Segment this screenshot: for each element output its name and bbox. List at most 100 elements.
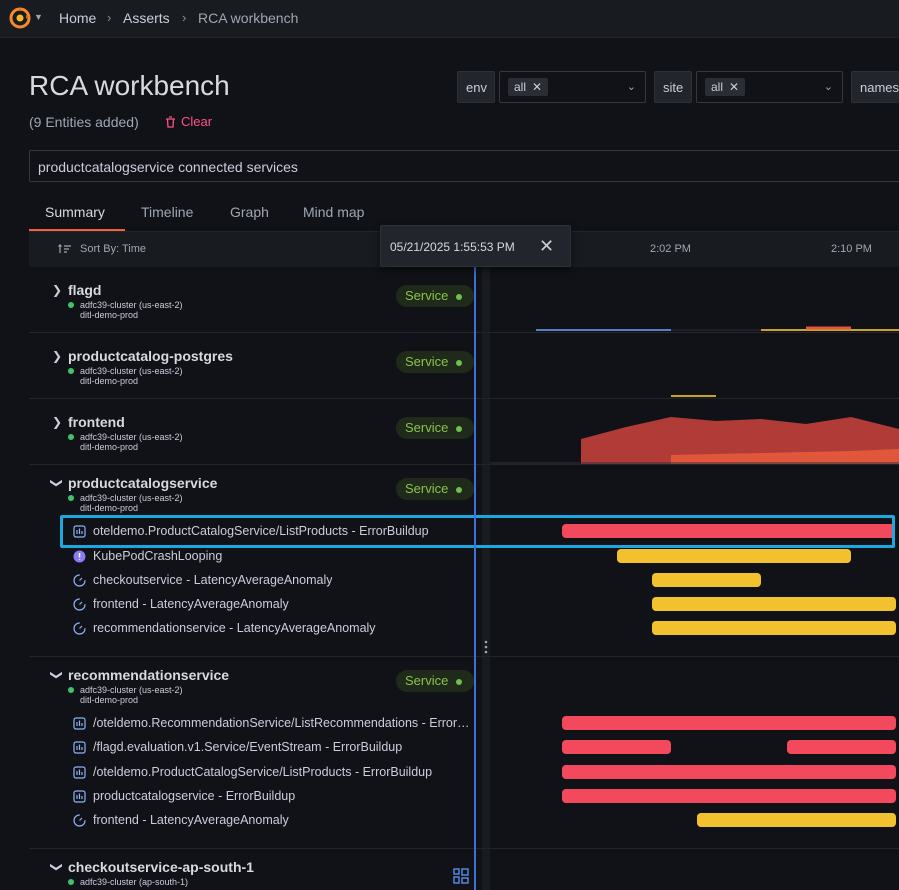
entity-meta: adfc39-cluster (us-east-2) ditl-demo-prod <box>68 366 183 386</box>
assertion-row[interactable]: KubePodCrashLooping <box>73 549 222 563</box>
latency-icon <box>73 813 86 827</box>
assertion-row[interactable]: /oteldemo.ProductCatalogService/ListProd… <box>73 765 432 779</box>
tab-mind-map[interactable]: Mind map <box>303 204 364 220</box>
breadcrumb-current: RCA workbench <box>198 10 299 26</box>
entity-name[interactable]: recommendationservice <box>68 667 229 683</box>
entity-env: ditl-demo-prod <box>80 376 139 386</box>
close-icon[interactable]: ✕ <box>539 236 554 257</box>
current-time-line[interactable] <box>474 232 476 890</box>
trash-icon <box>166 115 175 128</box>
entity-name[interactable]: productcatalogservice <box>68 475 217 491</box>
tab-summary[interactable]: Summary <box>45 204 105 220</box>
sort-by-button[interactable]: Sort By: Time <box>58 243 146 255</box>
service-badge: Service <box>396 670 474 692</box>
assertion-label: checkoutservice - LatencyAverageAnomaly <box>93 573 333 587</box>
drag-handle-icon[interactable] <box>484 639 488 655</box>
timeline-bar[interactable] <box>617 549 851 563</box>
filter-env-chip: all ✕ <box>508 78 549 96</box>
error-buildup-icon <box>73 716 86 730</box>
filter-namespace-label: names <box>851 71 899 103</box>
flagd-timeline-chart <box>536 326 899 331</box>
assertion-row[interactable]: /oteldemo.RecommendationService/ListReco… <box>73 716 473 730</box>
filter-env-label: env <box>457 71 495 103</box>
timeline-bar[interactable] <box>652 573 761 587</box>
clear-button[interactable]: Clear <box>165 114 212 129</box>
frontend-timeline-chart <box>490 417 899 464</box>
assertion-label: /oteldemo.ProductCatalogService/ListProd… <box>93 765 433 779</box>
collapse-chevron-icon[interactable]: ❯ <box>50 862 64 872</box>
status-dot-icon <box>456 486 463 493</box>
badge-label: Service <box>405 481 449 496</box>
filter-site-value: all <box>711 80 724 94</box>
tab-timeline[interactable]: Timeline <box>141 204 193 220</box>
timeline-bar[interactable] <box>697 813 896 827</box>
filter-env-select[interactable]: all ✕ ⌄ <box>499 71 646 103</box>
entity-name[interactable]: checkoutservice-ap-south-1 <box>68 859 254 875</box>
assertion-label: productcatalogservice - ErrorBuildup <box>93 789 296 803</box>
sort-icon <box>58 244 71 253</box>
assertion-label: /oteldemo.RecommendationService/ListReco… <box>93 716 473 730</box>
time-tooltip: 05/21/2025 1:55:53 PM ✕ <box>380 225 571 267</box>
assertion-row[interactable]: checkoutservice - LatencyAverageAnomaly <box>73 573 332 587</box>
remove-chip-icon[interactable]: ✕ <box>729 80 739 94</box>
breadcrumb-home[interactable]: Home <box>59 10 96 26</box>
entity-meta: adfc39-cluster (ap-south-1) <box>68 877 188 887</box>
sort-by-label: Sort By: Time <box>80 243 147 255</box>
assertion-row[interactable]: frontend - LatencyAverageAnomaly <box>73 597 289 611</box>
chevron-down-icon[interactable]: ⌄ <box>627 80 636 93</box>
panel-splitter[interactable] <box>482 267 490 890</box>
assertion-row[interactable]: frontend - LatencyAverageAnomaly <box>73 813 289 827</box>
timeline-bar[interactable] <box>652 597 896 611</box>
assertion-row[interactable]: productcatalogservice - ErrorBuildup <box>73 789 295 803</box>
status-dot-icon <box>68 495 74 501</box>
badge-label: Service <box>405 288 449 303</box>
entity-name[interactable]: flagd <box>68 282 101 298</box>
info-icon <box>73 550 86 562</box>
assertion-row[interactable]: /flagd.evaluation.v1.Service/EventStream… <box>73 740 402 754</box>
timeline-bar[interactable] <box>652 621 896 635</box>
latency-icon <box>73 597 86 611</box>
entity-cluster: adfc39-cluster (ap-south-1) <box>80 877 189 887</box>
timeline-bar[interactable] <box>562 740 671 754</box>
group-divider <box>29 656 899 657</box>
collapse-chevron-icon[interactable]: ❯ <box>50 670 64 680</box>
status-dot-icon <box>68 368 74 374</box>
entity-meta: adfc39-cluster (us-east-2) ditl-demo-prod <box>68 493 183 513</box>
entity-name[interactable]: frontend <box>68 414 125 430</box>
filter-site-select[interactable]: all ✕ ⌄ <box>696 71 843 103</box>
expand-chevron-icon[interactable]: ❯ <box>52 415 62 429</box>
expand-chevron-icon[interactable]: ❯ <box>52 349 62 363</box>
tab-graph[interactable]: Graph <box>230 204 269 220</box>
remove-chip-icon[interactable]: ✕ <box>532 80 542 94</box>
chevron-down-icon[interactable]: ▼ <box>34 12 43 22</box>
expand-chevron-icon[interactable]: ❯ <box>52 283 62 297</box>
timeline-bar[interactable] <box>562 789 896 803</box>
dashboard-grid-icon[interactable] <box>453 868 469 884</box>
assertion-label: KubePodCrashLooping <box>93 549 223 563</box>
filter-site-label: site <box>654 71 692 103</box>
active-tab-indicator <box>29 229 125 231</box>
search-input[interactable]: productcatalogservice connected services <box>29 150 899 182</box>
status-dot-icon <box>456 293 463 300</box>
grafana-logo-icon[interactable] <box>9 7 31 29</box>
entity-cluster: adfc39-cluster (us-east-2) <box>80 432 183 442</box>
collapse-chevron-icon[interactable]: ❯ <box>50 478 64 488</box>
breadcrumb-asserts[interactable]: Asserts <box>123 10 170 26</box>
entity-name[interactable]: productcatalog-postgres <box>68 348 233 364</box>
assertion-row[interactable]: recommendationservice - LatencyAverageAn… <box>73 621 376 635</box>
timeline-bar[interactable] <box>787 740 896 754</box>
status-dot-icon <box>68 434 74 440</box>
group-divider <box>29 464 899 465</box>
timeline-bar[interactable] <box>562 765 896 779</box>
tooltip-time: 05/21/2025 1:55:53 PM <box>390 240 515 254</box>
entity-env: ditl-demo-prod <box>80 503 139 513</box>
latency-icon <box>73 621 86 635</box>
time-tick: 2:02 PM <box>650 243 691 255</box>
breadcrumb-separator-icon: › <box>182 10 187 25</box>
service-badge: Service <box>396 285 474 307</box>
entity-cluster: adfc39-cluster (us-east-2) <box>80 366 183 376</box>
timeline-bar[interactable] <box>562 716 896 730</box>
chevron-down-icon[interactable]: ⌄ <box>824 80 833 93</box>
filter-env-value: all <box>514 80 527 94</box>
error-buildup-icon <box>73 765 86 779</box>
